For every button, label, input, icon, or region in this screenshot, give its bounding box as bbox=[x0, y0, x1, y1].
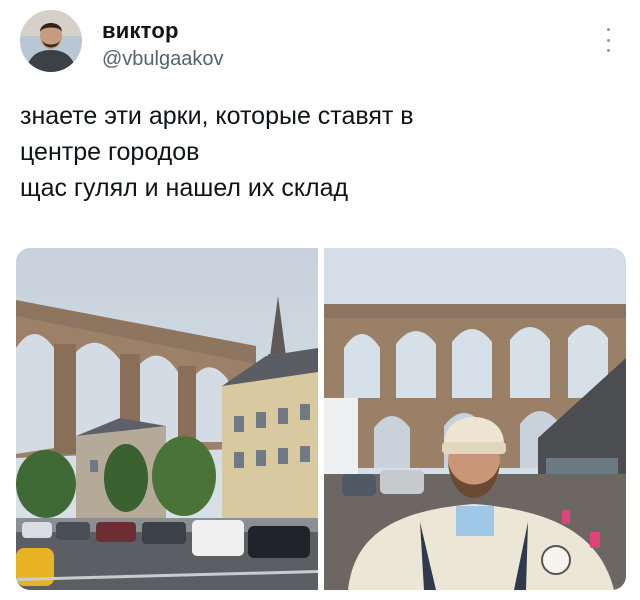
tweet-text-line: знаете эти арки, которые ставят в bbox=[20, 102, 414, 130]
tweet-text: знаете эти арки, которые ставят в центре… bbox=[20, 98, 620, 206]
avatar[interactable] bbox=[20, 10, 82, 72]
tweet-photo-viaduct[interactable] bbox=[16, 248, 318, 590]
author-handle[interactable]: @vbulgaakov bbox=[102, 48, 223, 71]
tweet-text-line: щас гулял и нашел их склад bbox=[20, 174, 349, 202]
tweet-text-line: центре городов bbox=[20, 138, 200, 166]
tweet-header: виктор @vbulgaakov bbox=[20, 10, 620, 82]
author-name[interactable]: виктор bbox=[102, 18, 179, 44]
more-options-icon[interactable] bbox=[600, 26, 616, 54]
tweet-photo-selfie[interactable] bbox=[324, 248, 626, 590]
